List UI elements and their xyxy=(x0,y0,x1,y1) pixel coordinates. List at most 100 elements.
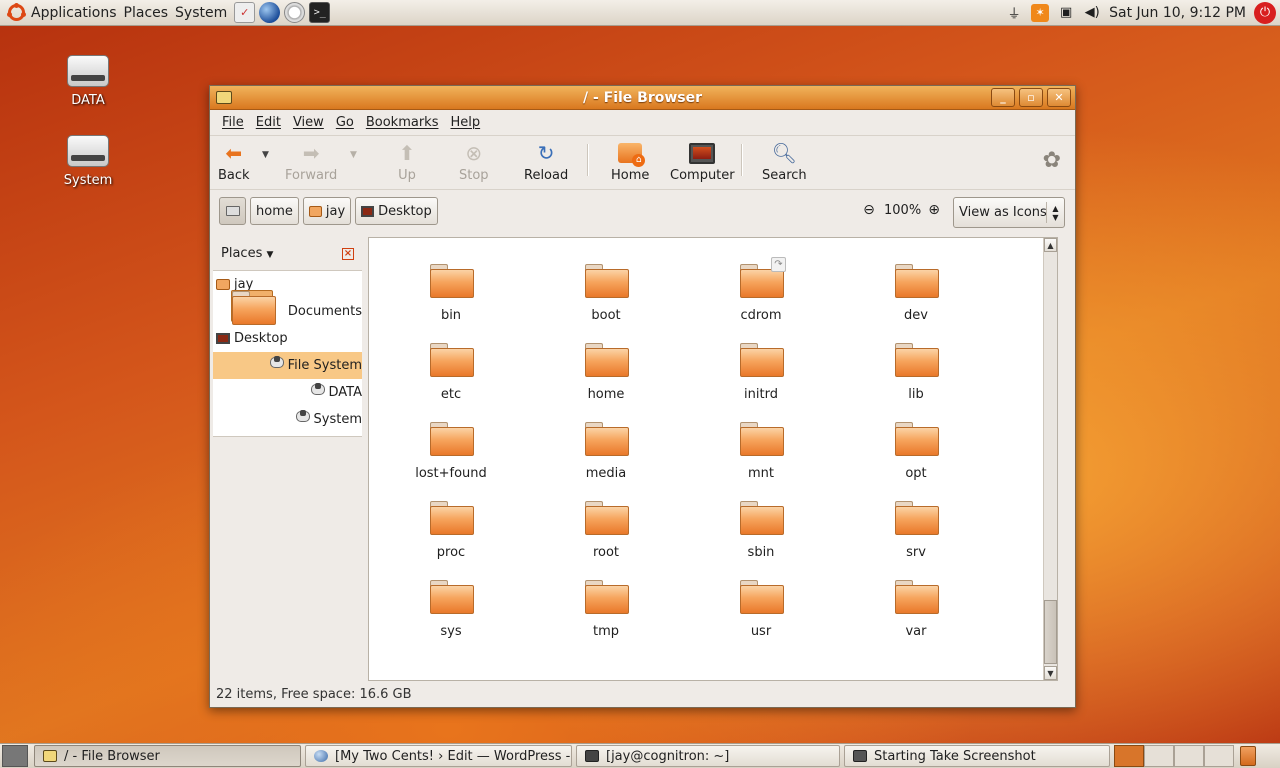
file-item[interactable]: lib xyxy=(861,343,971,402)
file-label: etc xyxy=(440,387,462,402)
zoom-out-icon[interactable]: ⊖ xyxy=(860,201,878,219)
computer-button[interactable]: Computer xyxy=(670,140,735,183)
show-desktop-icon[interactable] xyxy=(2,745,28,767)
back-button[interactable]: ⬅ Back xyxy=(218,140,250,183)
window-titlebar[interactable]: / - File Browser _ ▫ ✕ xyxy=(210,86,1075,110)
file-item[interactable]: var xyxy=(861,580,971,639)
panel-clock[interactable]: Sat Jun 10, 9:12 PM xyxy=(1109,5,1246,21)
clock-launcher-icon[interactable] xyxy=(284,2,306,23)
applications-menu[interactable]: Applications xyxy=(31,5,124,21)
sidebar-mode-select[interactable]: Places ▼ xyxy=(221,246,273,261)
sidebar-item-data[interactable]: DATA xyxy=(213,379,362,406)
task-terminal[interactable]: [jay@cognitron: ~] xyxy=(576,745,840,767)
network-cable-icon[interactable]: ⏚ xyxy=(1005,4,1023,22)
menu-file[interactable]: File xyxy=(216,115,250,130)
crumb-home[interactable]: home xyxy=(250,197,299,225)
file-item[interactable]: media xyxy=(551,422,661,481)
ubuntu-logo-icon[interactable] xyxy=(5,2,27,24)
reload-button[interactable]: ↻ Reload xyxy=(524,140,568,183)
file-item[interactable]: boot xyxy=(551,264,661,323)
forward-button[interactable]: ➡ Forward xyxy=(285,140,337,183)
web-browser-launcher-icon[interactable] xyxy=(259,2,281,23)
scroll-up-icon[interactable]: ▲ xyxy=(1044,238,1057,252)
file-item[interactable]: dev xyxy=(861,264,971,323)
crumb-desktop[interactable]: Desktop xyxy=(355,197,438,225)
file-item[interactable]: initrd xyxy=(706,343,816,402)
close-sidebar-icon[interactable]: × xyxy=(342,248,354,260)
file-item[interactable]: tmp xyxy=(551,580,661,639)
file-item[interactable]: sys xyxy=(396,580,506,639)
system-menu[interactable]: System xyxy=(175,5,234,21)
task-web-browser[interactable]: [My Two Cents! › Edit — WordPress - ... xyxy=(305,745,572,767)
search-button[interactable]: 🔍︎ Search xyxy=(762,140,807,183)
workspace-2[interactable] xyxy=(1144,745,1174,767)
computer-label: Computer xyxy=(670,168,735,183)
menu-view[interactable]: View xyxy=(287,115,330,130)
file-item[interactable]: root xyxy=(551,501,661,560)
file-label: proc xyxy=(436,545,466,560)
desktop-icon-data[interactable]: DATA xyxy=(48,55,128,108)
chevron-down-icon: ▼ xyxy=(266,250,274,260)
web-browser-icon xyxy=(314,750,328,762)
workspace-3[interactable] xyxy=(1174,745,1204,767)
network-monitor-icon[interactable]: ▣ xyxy=(1057,4,1075,22)
file-item[interactable]: opt xyxy=(861,422,971,481)
task-screenshot[interactable]: Starting Take Screenshot xyxy=(844,745,1110,767)
minimize-button[interactable]: _ xyxy=(991,88,1015,107)
file-icon-view[interactable]: bin boot ↷ cdrom dev etc home initrd lib lost+fou… xyxy=(368,237,1058,681)
up-button[interactable]: ⬆ Up xyxy=(394,140,420,183)
file-item[interactable]: ↷ cdrom xyxy=(706,257,816,323)
forward-history-dropdown-icon[interactable]: ▼ xyxy=(350,150,357,160)
maximize-button[interactable]: ▫ xyxy=(1019,88,1043,107)
terminal-launcher-icon[interactable]: >_ xyxy=(309,2,331,23)
zoom-level[interactable]: 100% xyxy=(884,203,921,218)
zoom-in-icon[interactable]: ⊕ xyxy=(925,201,943,219)
file-item[interactable]: bin xyxy=(396,264,506,323)
file-item[interactable]: mnt xyxy=(706,422,816,481)
file-item[interactable]: etc xyxy=(396,343,506,402)
vertical-scrollbar[interactable]: ▲ ▼ xyxy=(1043,238,1057,680)
folder-icon xyxy=(895,422,939,456)
file-label: sys xyxy=(440,624,462,639)
desktop-icon-system[interactable]: System xyxy=(48,135,128,188)
back-label: Back xyxy=(218,168,250,183)
folder-icon xyxy=(430,264,474,298)
back-history-dropdown-icon[interactable]: ▼ xyxy=(262,150,269,160)
folder-icon xyxy=(740,343,784,377)
file-label: home xyxy=(587,387,625,402)
scrollbar-thumb[interactable] xyxy=(1044,600,1057,664)
close-button[interactable]: ✕ xyxy=(1047,88,1071,107)
workspace-4[interactable] xyxy=(1204,745,1234,767)
sidebar-item-file-system[interactable]: File System xyxy=(213,352,362,379)
task-label: / - File Browser xyxy=(64,748,160,764)
crumb-jay[interactable]: jay xyxy=(302,197,352,225)
file-item[interactable]: sbin xyxy=(706,501,816,560)
trash-icon[interactable] xyxy=(1240,746,1256,766)
file-item[interactable]: home xyxy=(551,343,661,402)
sidebar-item-documents[interactable]: Documents xyxy=(213,289,362,325)
task-file-browser[interactable]: / - File Browser xyxy=(34,745,301,767)
sidebar-item-desktop[interactable]: Desktop xyxy=(213,325,362,352)
home-button[interactable]: Home xyxy=(611,140,649,183)
view-mode-select[interactable]: View as Icons ▲ ▼ xyxy=(953,197,1065,228)
update-notifier-icon[interactable]: ✶ xyxy=(1031,3,1050,22)
places-menu[interactable]: Places xyxy=(124,5,176,21)
window-menu-icon[interactable] xyxy=(216,91,232,104)
file-item[interactable]: srv xyxy=(861,501,971,560)
volume-icon[interactable]: ◀) xyxy=(1083,4,1101,22)
menu-help[interactable]: Help xyxy=(444,115,486,130)
workspace-1[interactable] xyxy=(1114,745,1144,767)
sidebar-item-system[interactable]: System xyxy=(213,406,362,433)
file-item[interactable]: proc xyxy=(396,501,506,560)
power-icon[interactable]: ⏻ xyxy=(1254,1,1276,24)
file-item[interactable]: usr xyxy=(706,580,816,639)
bottom-panel: / - File Browser [My Two Cents! › Edit —… xyxy=(0,743,1280,768)
menu-edit[interactable]: Edit xyxy=(250,115,287,130)
menu-bookmarks[interactable]: Bookmarks xyxy=(360,115,445,130)
calendar-launcher-icon[interactable]: ✓ xyxy=(234,2,256,23)
scroll-down-icon[interactable]: ▼ xyxy=(1044,666,1057,680)
crumb-filesystem-root[interactable] xyxy=(219,197,246,225)
file-item[interactable]: lost+found xyxy=(396,422,506,481)
menu-go[interactable]: Go xyxy=(330,115,360,130)
stop-button[interactable]: ⊗ Stop xyxy=(459,140,489,183)
